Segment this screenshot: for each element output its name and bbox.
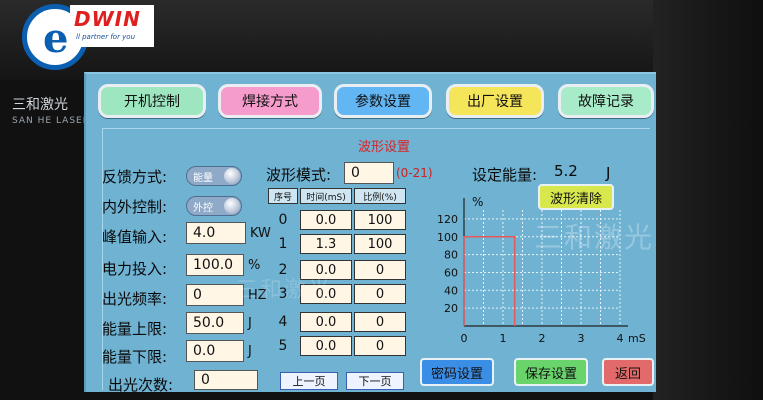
- x-tick-label: 0: [461, 332, 468, 345]
- control-toggle-label: 外控: [193, 203, 213, 214]
- tab-welding-mode[interactable]: 焊接方式: [218, 84, 322, 118]
- y-tick-label: 80: [444, 249, 458, 262]
- time-cell[interactable]: 0.0: [300, 210, 352, 230]
- next-page-button[interactable]: 下一页: [346, 372, 404, 390]
- x-tick-label: 4: [617, 332, 624, 345]
- maker-name-en: SAN HE LASER: [12, 116, 90, 126]
- toggle-knob-icon: [224, 198, 240, 214]
- waveform-line: [463, 236, 516, 326]
- x-tick-label: 1: [500, 332, 507, 345]
- y-axis-label: %: [472, 195, 483, 209]
- tab-parameter-settings[interactable]: 参数设置: [334, 84, 432, 118]
- energy-lower-label: 能量下限:: [102, 348, 168, 366]
- y-tick-label: 60: [444, 266, 458, 279]
- energy-upper-unit: J: [248, 316, 252, 331]
- col-header-ratio: 比例(%): [354, 188, 406, 204]
- prev-page-button[interactable]: 上一页: [280, 372, 338, 390]
- ratio-cell[interactable]: 100: [354, 234, 406, 254]
- y-tick-label: 20: [444, 302, 458, 315]
- x-axis-label: mS: [628, 332, 646, 345]
- toggle-knob-icon: [224, 168, 240, 184]
- peak-input[interactable]: 4.0: [186, 222, 246, 244]
- section-title: 波形设置: [358, 140, 411, 155]
- back-button[interactable]: 返回: [602, 358, 654, 386]
- energy-lower-unit: J: [248, 344, 252, 359]
- set-energy-value: 5.2: [554, 162, 578, 180]
- control-toggle[interactable]: 外控: [186, 196, 242, 216]
- col-header-index: 序号: [268, 188, 298, 204]
- set-energy-label: 设定能量:: [472, 166, 538, 184]
- row-index: 1: [278, 236, 288, 252]
- password-settings-button[interactable]: 密码设置: [420, 358, 494, 386]
- time-cell[interactable]: 0.0: [300, 312, 352, 332]
- feedback-toggle-label: 能量: [193, 173, 213, 184]
- wave-mode-range: (0-21): [396, 166, 433, 180]
- y-tick-label: 40: [444, 284, 458, 297]
- peak-label: 峰值输入:: [102, 228, 168, 246]
- energy-upper-input[interactable]: 50.0: [186, 312, 244, 334]
- feedback-toggle[interactable]: 能量: [186, 166, 242, 186]
- power-unit: %: [248, 258, 261, 273]
- dwin-logo: DWIN ll partner for you: [70, 5, 154, 47]
- y-tick-label: 120: [437, 213, 458, 226]
- dwin-tagline: ll partner for you: [76, 33, 136, 41]
- hmi-screen: 开机控制 焊接方式 参数设置 出厂设置 故障记录 波形设置 反馈方式: 能量 内…: [84, 72, 656, 392]
- tab-power-control[interactable]: 开机控制: [98, 84, 206, 118]
- time-cell[interactable]: 0.0: [300, 336, 352, 356]
- device-bezel-right: [653, 0, 763, 400]
- wave-mode-input[interactable]: 0: [344, 162, 394, 184]
- pulse-count-label: 出光次数:: [108, 376, 174, 392]
- pulse-count-value: 0: [194, 370, 258, 390]
- maker-watermark: 三和激光: [534, 221, 655, 254]
- time-cell[interactable]: 1.3: [300, 234, 352, 254]
- frequency-label: 出光频率:: [102, 290, 168, 308]
- energy-lower-input[interactable]: 0.0: [186, 340, 244, 362]
- control-label: 内外控制:: [102, 198, 168, 216]
- x-tick-label: 2: [539, 332, 546, 345]
- feedback-label: 反馈方式:: [102, 168, 168, 186]
- tab-fault-log[interactable]: 故障记录: [558, 84, 654, 118]
- row-index: 4: [278, 314, 288, 330]
- power-label: 电力投入:: [102, 260, 168, 278]
- dwin-logo-text: DWIN: [74, 7, 141, 31]
- ratio-cell[interactable]: 0: [354, 284, 406, 304]
- ratio-cell[interactable]: 0: [354, 260, 406, 280]
- set-energy-unit: J: [606, 164, 611, 182]
- row-index: 5: [278, 338, 288, 354]
- tab-bar: 开机控制 焊接方式 参数设置 出厂设置 故障记录: [86, 74, 656, 124]
- col-header-time: 时间(mS): [300, 188, 352, 204]
- x-tick-label: 3: [578, 332, 585, 345]
- save-settings-button[interactable]: 保存设置: [514, 358, 588, 386]
- maker-watermark-faint: 三和激光: [236, 278, 333, 303]
- y-tick-label: 100: [437, 231, 458, 244]
- tab-factory-settings[interactable]: 出厂设置: [446, 84, 544, 118]
- energy-upper-label: 能量上限:: [102, 320, 168, 338]
- ratio-cell[interactable]: 100: [354, 210, 406, 230]
- ratio-cell[interactable]: 0: [354, 312, 406, 332]
- wave-mode-label: 波形模式:: [266, 166, 332, 184]
- row-index: 0: [278, 212, 288, 228]
- ratio-cell[interactable]: 0: [354, 336, 406, 356]
